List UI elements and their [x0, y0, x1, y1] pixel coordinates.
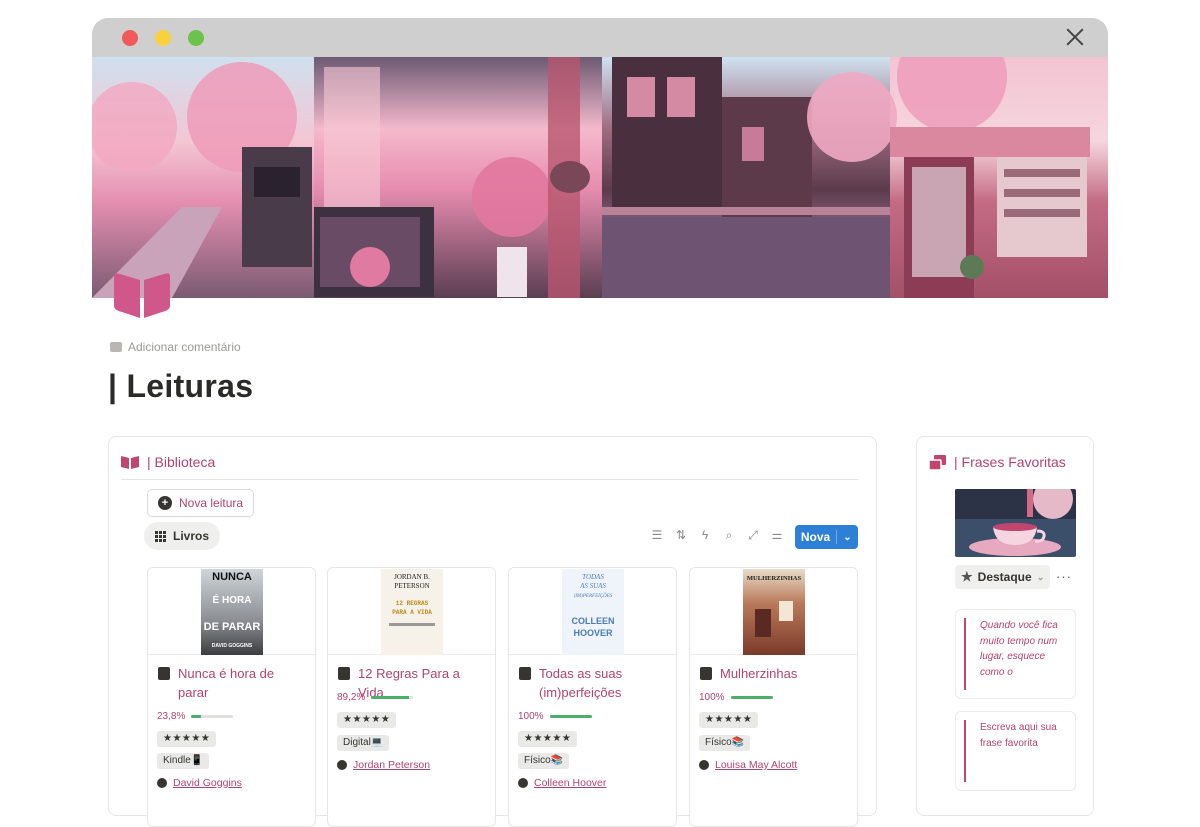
book-cover-area: JORDAN B. PETERSON 12 REGRAS PARA A VIDA: [328, 568, 495, 655]
format-badge: Kindle📱: [157, 753, 210, 769]
book-progress: 89,2%: [337, 692, 414, 703]
book-cover-area: MULHERZINHAS: [690, 568, 857, 655]
book-cover-area: NUNCA É HORA DE PARAR DAVID GOGGINS: [148, 568, 315, 655]
document-icon: [519, 667, 531, 680]
format-badge: Físico📚: [518, 753, 570, 769]
progress-bar: [730, 696, 773, 699]
book-title[interactable]: Todas as suas (im)perfeições: [519, 664, 669, 702]
window-maximize-dot[interactable]: [188, 30, 204, 46]
title-bar: [92, 18, 1108, 57]
cover-image: [92, 57, 1108, 298]
gallery-icon: [155, 530, 166, 542]
person-icon: [337, 760, 347, 770]
add-comment[interactable]: Adicionar comentário: [110, 340, 241, 354]
book-title[interactable]: Nunca é hora de parar: [158, 664, 308, 702]
book-cover-area: TODAS AS SUAS (IM)PERFEIÇÕES COLLEEN HOOVER: [509, 568, 676, 655]
book-author[interactable]: Jordan Peterson: [337, 759, 430, 771]
view-toolbar: ☰ ⇅ ϟ ⌕ ⤢ ⚌: [649, 527, 785, 543]
expand-icon[interactable]: ⤢: [745, 527, 761, 543]
close-icon[interactable]: [1064, 26, 1086, 48]
person-icon: [518, 778, 528, 788]
star-icon: ★: [961, 569, 973, 584]
document-icon: [338, 667, 350, 680]
book-author[interactable]: David Goggins: [157, 777, 242, 789]
tea-cup-image: [955, 489, 1076, 557]
settings-icon[interactable]: ⚌: [769, 527, 785, 543]
book-progress: 100%: [518, 711, 592, 722]
biblioteca-section: | Biblioteca + Nova leitura Livros ☰ ⇅ ϟ…: [108, 436, 877, 827]
book-card[interactable]: TODAS AS SUAS (IM)PERFEIÇÕES COLLEEN HOOVER…: [508, 567, 677, 827]
frases-title: | Frases Favoritas: [954, 454, 1066, 470]
new-button-label: Nova: [795, 530, 837, 544]
person-icon: [157, 778, 167, 788]
biblioteca-title: | Biblioteca: [147, 454, 216, 470]
rating-badge: ★★★★★: [157, 731, 217, 747]
page-title[interactable]: | Leituras: [108, 368, 253, 405]
book-author[interactable]: Colleen Hoover: [518, 777, 606, 789]
rating-badge: ★★★★★: [337, 712, 397, 728]
rating-badge: ★★★★★: [518, 731, 578, 747]
progress-bar: [549, 715, 592, 718]
book-cover: JORDAN B. PETERSON 12 REGRAS PARA A VIDA: [381, 569, 443, 655]
frases-section: | Frases Favoritas ★ Destaque ⌄ ··· Quan…: [916, 436, 1094, 816]
copy-icon: [929, 454, 946, 470]
book-card[interactable]: JORDAN B. PETERSON 12 REGRAS PARA A VIDA 1…: [327, 567, 496, 827]
quote-card[interactable]: Quando você fica muito tempo num lugar, …: [955, 609, 1076, 699]
window-minimize-dot[interactable]: [155, 30, 171, 46]
filter-icon[interactable]: ☰: [649, 527, 665, 543]
book-cover: MULHERZINHAS: [743, 569, 805, 655]
rating-badge: ★★★★★: [699, 712, 759, 728]
plus-circle-icon: +: [158, 496, 172, 510]
book-card[interactable]: NUNCA É HORA DE PARAR DAVID GOGGINS Nunc…: [147, 567, 316, 827]
filter-label: Destaque: [977, 570, 1032, 584]
search-icon[interactable]: ⌕: [721, 527, 737, 543]
book-cover: NUNCA É HORA DE PARAR DAVID GOGGINS: [201, 569, 263, 655]
book-icon: [114, 273, 170, 318]
book-author[interactable]: Louisa May Alcott: [699, 759, 797, 771]
book-icon: [121, 456, 139, 469]
progress-bar: [191, 715, 234, 718]
more-options-icon[interactable]: ···: [1056, 569, 1072, 584]
book-title[interactable]: Mulherzinhas: [700, 664, 850, 683]
new-button[interactable]: Nova ⌄: [795, 525, 858, 549]
document-icon: [158, 667, 170, 680]
book-cover: TODAS AS SUAS (IM)PERFEIÇÕES COLLEEN HOOVER: [562, 569, 624, 655]
format-badge: Físico📚: [699, 735, 751, 751]
frases-header: | Frases Favoritas: [929, 454, 1066, 470]
automation-icon[interactable]: ϟ: [697, 527, 713, 543]
divider: [121, 479, 859, 480]
chevron-down-icon: ⌄: [1036, 571, 1045, 582]
filter-destaque[interactable]: ★ Destaque ⌄: [955, 565, 1051, 589]
progress-bar: [371, 696, 414, 699]
book-progress: 100%: [699, 692, 773, 703]
new-reading-label: Nova leitura: [179, 496, 244, 510]
tab-livros[interactable]: Livros: [144, 522, 221, 550]
format-badge: Digital💻: [337, 735, 390, 751]
person-icon: [699, 760, 709, 770]
chevron-down-icon[interactable]: ⌄: [837, 532, 858, 543]
new-reading-button[interactable]: + Nova leitura: [147, 489, 255, 517]
book-card[interactable]: MULHERZINHAS Mulherzinhas 100% ★★★★★ Fís…: [689, 567, 858, 827]
book-progress: 23,8%: [157, 711, 234, 722]
biblioteca-header: | Biblioteca: [121, 454, 215, 470]
window-close-dot[interactable]: [122, 30, 138, 46]
add-comment-label: Adicionar comentário: [128, 340, 241, 354]
sort-icon[interactable]: ⇅: [673, 527, 689, 543]
document-icon: [700, 667, 712, 680]
comment-icon: [110, 342, 122, 352]
quote-card[interactable]: Escreva aqui sua frase favorita: [955, 711, 1076, 791]
tab-livros-label: Livros: [173, 529, 210, 543]
